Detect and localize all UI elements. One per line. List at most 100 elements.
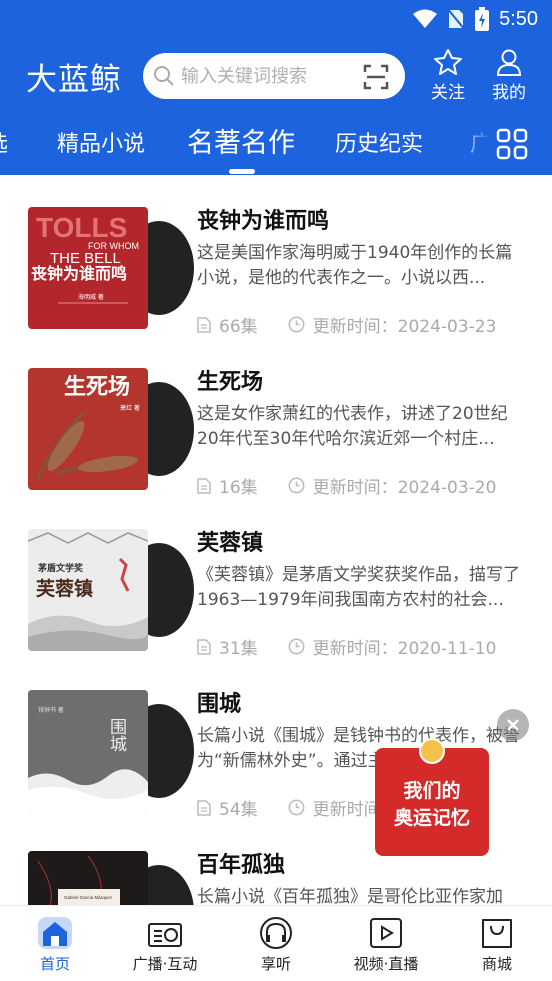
book-item[interactable]: 生死场 萧红 著 生死场 这是女作家萧红的代表作，讲述了20世纪20年代至30年… xyxy=(0,336,552,498)
wifi-icon xyxy=(413,9,438,28)
scan-icon[interactable] xyxy=(363,64,389,90)
cover-text: 茅盾文学奖 xyxy=(38,562,84,574)
cover-art: TOLLS FOR WHOM THE BELL 丧钟为谁而鸣 海明威 著 xyxy=(28,207,148,329)
cover-text: 丧钟为谁而鸣 xyxy=(31,264,127,283)
book-cover[interactable]: Gabriel García Márquez xyxy=(28,851,194,905)
clock-icon xyxy=(288,638,305,655)
battery-icon xyxy=(475,7,490,31)
nav-broadcast[interactable]: 广播·互动 xyxy=(115,916,215,974)
episode-count: 66集 xyxy=(219,317,258,337)
clock-icon xyxy=(288,477,305,494)
cover-art-graphic: 生死场 萧红 著 xyxy=(36,374,140,479)
nav-shop[interactable]: 商城 xyxy=(447,916,547,974)
close-icon xyxy=(507,719,519,731)
follow-button[interactable]: 关注 xyxy=(423,48,473,103)
nav-listen[interactable]: 享听 xyxy=(226,916,326,974)
cover-art-graphic: Gabriel García Márquez xyxy=(28,851,148,905)
app-logo: 大蓝鲸 xyxy=(26,62,122,98)
update-time: 更新时间：2024-03-20 xyxy=(312,478,497,498)
tab-fade xyxy=(452,118,492,168)
cover-text: Gabriel García Márquez xyxy=(64,895,113,900)
book-item[interactable]: TOLLS FOR WHOM THE BELL 丧钟为谁而鸣 海明威 著 丧钟为… xyxy=(0,175,552,337)
book-cover[interactable]: 围城 钱钟书 著 xyxy=(28,690,194,812)
nav-home[interactable]: 首页 xyxy=(5,916,105,974)
home-icon xyxy=(38,917,72,949)
book-meta: 31集 更新时间：2020-11-10 xyxy=(197,634,496,659)
document-icon xyxy=(197,638,211,655)
shopping-bag-icon xyxy=(482,919,512,948)
search-icon xyxy=(154,66,174,86)
document-icon xyxy=(197,799,211,816)
follow-label: 关注 xyxy=(431,83,465,103)
book-title: 百年孤独 xyxy=(197,853,286,878)
clock-icon xyxy=(288,316,305,333)
cover-art-graphic: 茅盾文学奖 芙蓉镇 xyxy=(28,532,148,651)
cover-text: 萧红 著 xyxy=(120,404,140,412)
book-meta: 16集 更新时间：2024-03-20 xyxy=(197,473,496,498)
status-icons: 5:50 xyxy=(413,7,538,31)
document-icon xyxy=(197,316,211,333)
cover-text: 生死场 xyxy=(64,374,130,400)
book-cover[interactable]: 茅盾文学奖 芙蓉镇 xyxy=(28,529,194,651)
nav-listen-label: 享听 xyxy=(260,955,291,973)
nav-home-label: 首页 xyxy=(39,955,70,973)
book-title: 丧钟为谁而鸣 xyxy=(197,209,330,234)
cover-text: 围城 xyxy=(106,718,127,752)
nav-video[interactable]: 视频·直播 xyxy=(336,916,436,974)
cover-text: 钱钟书 著 xyxy=(38,706,64,714)
ad-line-1: 我们的 xyxy=(403,780,461,802)
tab-premium-novels[interactable]: 精品小说 xyxy=(57,126,145,158)
cover-art: 围城 钱钟书 著 xyxy=(28,690,148,812)
nav-video-label: 视频·直播 xyxy=(353,955,419,973)
update-time: 更新时间：2024-03-23 xyxy=(312,317,497,337)
cover-text: TOLLS xyxy=(36,212,127,243)
user-icon xyxy=(496,49,522,76)
episode-count: 54集 xyxy=(219,800,258,820)
tab-classics[interactable]: 名著名作 xyxy=(187,121,295,160)
book-title: 生死场 xyxy=(197,370,264,395)
ad-line-2: 奥运记忆 xyxy=(393,807,470,829)
video-icon xyxy=(370,918,402,948)
bottom-nav: 首页 广播·互动 享听 视频·直播 商城 xyxy=(0,905,552,981)
top-bar: 大蓝鲸 关注 我的 xyxy=(0,48,552,103)
mine-button[interactable]: 我的 xyxy=(484,48,534,103)
status-bar: 5:50 xyxy=(0,0,552,38)
search-bar[interactable] xyxy=(143,53,405,99)
ad-close-button[interactable] xyxy=(497,709,529,741)
episode-count: 16集 xyxy=(219,478,258,498)
episode-count: 31集 xyxy=(219,639,258,659)
tab-history[interactable]: 历史纪实 xyxy=(335,126,423,158)
app-header: 5:50 大蓝鲸 关注 我的 选 精品小说 名著名作 历史纪实 广 xyxy=(0,0,552,175)
category-tabs: 选 精品小说 名著名作 历史纪实 广 xyxy=(0,118,552,174)
cover-art-graphic: 围城 钱钟书 著 xyxy=(28,690,148,812)
document-icon xyxy=(197,477,211,494)
status-time: 5:50 xyxy=(499,7,538,30)
book-description: 这是美国作家海明威于1940年创作的长篇小说，是他的代表作之一。小说以西... xyxy=(197,243,513,288)
nav-broadcast-label: 广播·互动 xyxy=(132,955,198,973)
radio-icon xyxy=(148,923,182,947)
olympic-memory-ad[interactable]: 我们的 奥运记忆 xyxy=(375,738,489,856)
star-icon xyxy=(434,49,462,75)
clock-icon xyxy=(288,799,305,816)
book-meta: 66集 更新时间：2024-03-23 xyxy=(197,312,496,337)
update-time: 更新时间：2020-11-10 xyxy=(312,639,497,659)
active-tab-indicator xyxy=(229,169,255,174)
book-cover[interactable]: 生死场 萧红 著 xyxy=(28,368,194,490)
book-item[interactable]: 茅盾文学奖 芙蓉镇 芙蓉镇 《芙蓉镇》是茅盾文学奖获奖作品，描写了1963—19… xyxy=(0,497,552,659)
book-title: 芙蓉镇 xyxy=(197,531,264,556)
search-input[interactable] xyxy=(181,65,351,87)
medal-icon xyxy=(419,738,445,764)
grid-menu-icon[interactable] xyxy=(496,128,528,160)
cover-art: 茅盾文学奖 芙蓉镇 xyxy=(28,529,148,651)
cover-text: 芙蓉镇 xyxy=(36,577,93,600)
no-sim-icon xyxy=(447,8,466,30)
tab-partial-left[interactable]: 选 xyxy=(0,126,8,158)
book-meta: 54集 更新时间： xyxy=(197,795,398,820)
book-description: 这是女作家萧红的代表作，讲述了20世纪20年代至30年代哈尔滨近郊一个村庄... xyxy=(197,404,508,449)
cover-art-graphic: TOLLS FOR WHOM THE BELL 丧钟为谁而鸣 海明威 著 xyxy=(31,212,139,304)
cover-art: Gabriel García Márquez xyxy=(28,851,148,905)
book-description: 《芙蓉镇》是茅盾文学奖获奖作品，描写了1963—1979年间我国南方农村的社会.… xyxy=(197,565,520,610)
cover-art: 生死场 萧红 著 xyxy=(28,368,148,490)
headphones-icon xyxy=(260,917,292,949)
book-cover[interactable]: TOLLS FOR WHOM THE BELL 丧钟为谁而鸣 海明威 著 xyxy=(28,207,194,329)
